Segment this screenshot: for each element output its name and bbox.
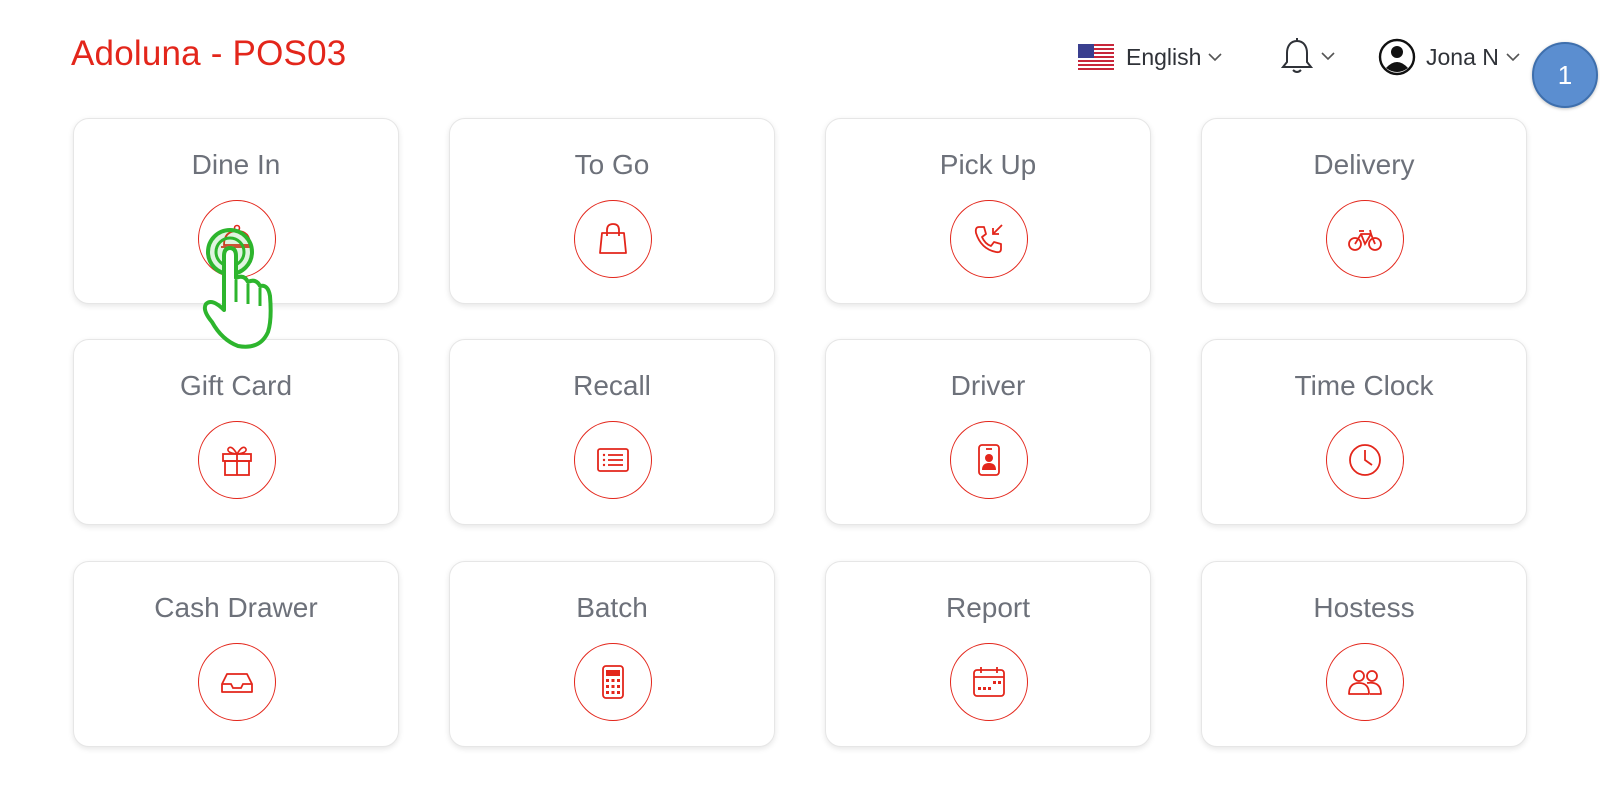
gift-icon xyxy=(222,446,252,476)
function-grid: Dine In To Go Pick Up Delivery Gift Card… xyxy=(0,0,1600,792)
tile-label: Driver xyxy=(950,370,1026,401)
tile-icon-circle xyxy=(950,421,1028,499)
incoming-call-icon xyxy=(974,224,1003,254)
receipt-list-icon xyxy=(597,448,629,472)
tile-time-clock[interactable]: Time Clock xyxy=(1201,339,1527,525)
tile-icon-circle xyxy=(574,643,652,721)
serving-cloche-icon xyxy=(221,224,253,248)
tile-icon-circle xyxy=(950,200,1028,278)
tile-label: Delivery xyxy=(1313,149,1415,180)
id-badge-icon xyxy=(978,444,1000,476)
clock-icon xyxy=(1349,444,1381,476)
tile-hostess[interactable]: Hostess xyxy=(1201,561,1527,747)
people-icon xyxy=(1348,670,1382,695)
tile-label: Report xyxy=(945,592,1031,623)
tile-icon-circle xyxy=(574,200,652,278)
tile-dine-in[interactable]: Dine In xyxy=(73,118,399,304)
tile-cash-drawer[interactable]: Cash Drawer xyxy=(73,561,399,747)
tile-label: Dine In xyxy=(191,149,281,180)
tile-delivery[interactable]: Delivery xyxy=(1201,118,1527,304)
tile-icon-circle xyxy=(950,643,1028,721)
tile-to-go[interactable]: To Go xyxy=(449,118,775,304)
tile-recall[interactable]: Recall xyxy=(449,339,775,525)
tile-label: Cash Drawer xyxy=(154,592,318,623)
tile-label: To Go xyxy=(574,149,650,180)
tile-gift-card[interactable]: Gift Card xyxy=(73,339,399,525)
tile-label: Batch xyxy=(576,592,648,623)
tile-report[interactable]: Report xyxy=(825,561,1151,747)
tile-label: Pick Up xyxy=(939,149,1037,180)
tile-pick-up[interactable]: Pick Up xyxy=(825,118,1151,304)
tile-label: Recall xyxy=(573,370,651,401)
tile-driver[interactable]: Driver xyxy=(825,339,1151,525)
tile-label: Hostess xyxy=(1313,592,1415,623)
bicycle-icon xyxy=(1348,229,1382,251)
tile-icon-circle xyxy=(1326,421,1404,499)
tile-icon-circle xyxy=(574,421,652,499)
calendar-icon xyxy=(973,667,1005,697)
tile-icon-circle xyxy=(1326,200,1404,278)
tile-label: Time Clock xyxy=(1294,370,1434,401)
tile-icon-circle xyxy=(198,200,276,278)
calculator-icon xyxy=(602,665,624,699)
shopping-bag-icon xyxy=(599,223,627,254)
tile-icon-circle xyxy=(1326,643,1404,721)
tile-label: Gift Card xyxy=(179,370,293,401)
inbox-tray-icon xyxy=(221,673,253,693)
tile-icon-circle xyxy=(198,421,276,499)
tile-batch[interactable]: Batch xyxy=(449,561,775,747)
tile-icon-circle xyxy=(198,643,276,721)
